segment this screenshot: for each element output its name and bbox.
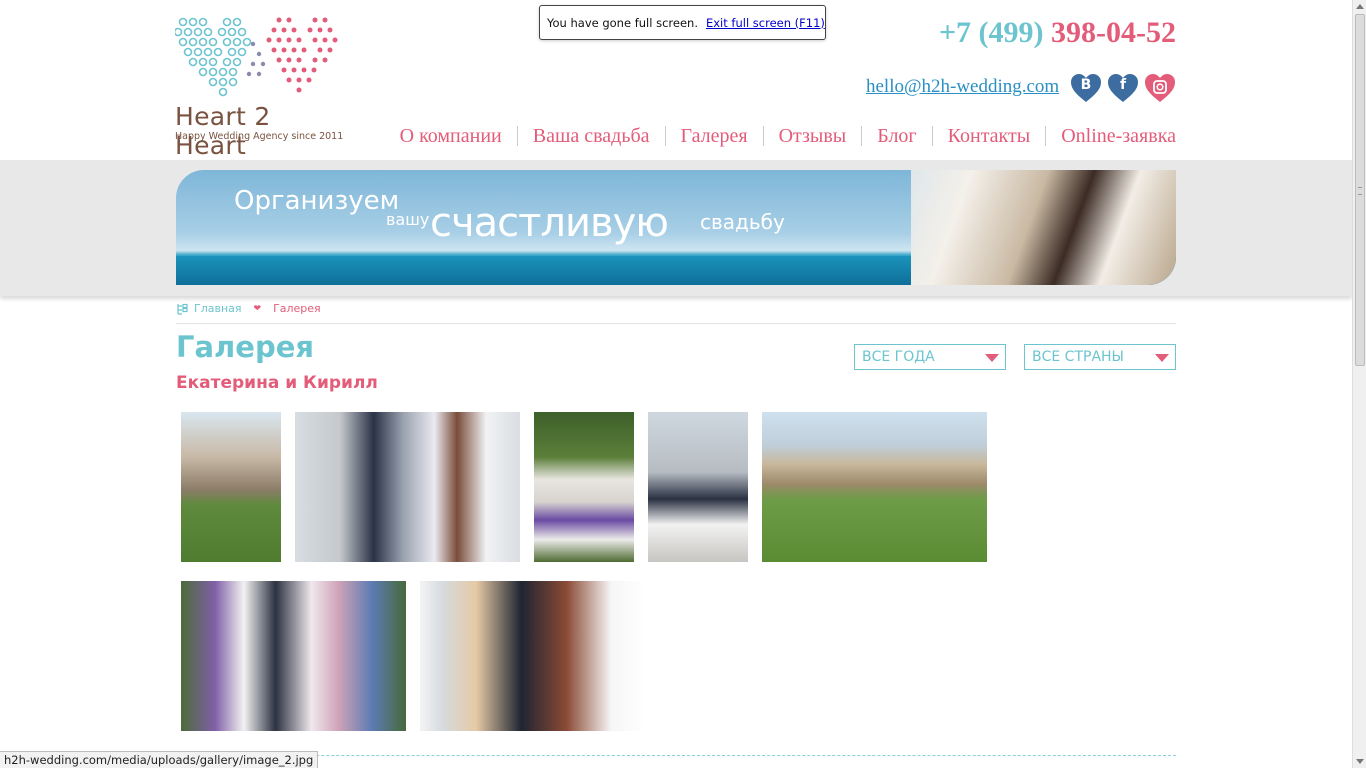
- years-filter[interactable]: ВСЕ ГОДА: [854, 344, 1006, 370]
- heart-logo-icon: [173, 17, 338, 97]
- phone-code: +7 (499): [938, 16, 1044, 49]
- countries-filter-value: ВСЕ СТРАНЫ: [1032, 349, 1124, 365]
- divider: [176, 323, 1176, 324]
- instagram-icon: [1145, 74, 1175, 102]
- heart-separator-icon: ❤: [253, 303, 262, 314]
- phone-number: +7 (499) 398-04-52: [939, 16, 1176, 50]
- nav-item-blog[interactable]: Блог: [861, 126, 931, 146]
- nav-item-contacts[interactable]: Контакты: [931, 126, 1046, 146]
- countries-filter[interactable]: ВСЕ СТРАНЫ: [1024, 344, 1176, 370]
- chevron-down-icon: [985, 354, 999, 362]
- scrollbar[interactable]: [1352, 0, 1366, 768]
- scroll-up-arrow-icon[interactable]: [1356, 4, 1364, 9]
- years-filter-value: ВСЕ ГОДА: [862, 349, 935, 365]
- status-bar-url: h2h-wedding.com/media/uploads/gallery/im…: [0, 751, 319, 768]
- exit-fullscreen-link[interactable]: Exit full screen (F11): [706, 16, 825, 30]
- nav-item-about[interactable]: О компании: [385, 126, 517, 146]
- page-title: Галерея: [176, 330, 315, 364]
- gallery-thumb[interactable]: [295, 412, 520, 562]
- banner-text-3: счастливую: [430, 200, 669, 246]
- banner-couple-photo: [911, 170, 1176, 285]
- dashed-divider: [176, 755, 1176, 756]
- gallery-thumb[interactable]: [181, 581, 406, 731]
- breadcrumb-home[interactable]: Главная: [194, 302, 242, 315]
- phone-digits: 398-04-52: [1051, 16, 1176, 49]
- main-nav: О компании Ваша свадьба Галерея Отзывы Б…: [385, 126, 1176, 146]
- page-subtitle: Екатерина и Кирилл: [176, 373, 378, 393]
- scroll-down-arrow-icon[interactable]: [1356, 759, 1364, 764]
- fullscreen-notice: You have gone full screen. Exit full scr…: [539, 5, 826, 40]
- breadcrumb-current: Галерея: [273, 302, 321, 315]
- logo[interactable]: Heart 2 Heart Happy Wedding Agency since…: [173, 14, 345, 160]
- vk-label: В: [1080, 77, 1092, 93]
- nav-item-your-wedding[interactable]: Ваша свадьба: [516, 126, 665, 146]
- logo-tagline: Happy Wedding Agency since 2011: [175, 131, 344, 142]
- instagram-link[interactable]: [1144, 73, 1176, 103]
- grip-icon: [1358, 187, 1362, 195]
- nav-item-online-request[interactable]: Online-заявка: [1045, 126, 1176, 146]
- gallery-thumb[interactable]: [181, 412, 281, 562]
- gallery-thumb[interactable]: [648, 412, 748, 562]
- sitemap-icon: [177, 303, 188, 315]
- banner-text-2: вашу: [386, 210, 430, 229]
- email-link[interactable]: hello@h2h-wedding.com: [866, 76, 1059, 98]
- scroll-thumb[interactable]: [1355, 14, 1365, 366]
- facebook-link[interactable]: f: [1107, 73, 1139, 103]
- vk-link[interactable]: В: [1070, 73, 1102, 103]
- nav-item-reviews[interactable]: Отзывы: [762, 126, 862, 146]
- breadcrumb: Главная ❤ Галерея: [176, 302, 321, 315]
- chevron-down-icon: [1155, 354, 1169, 362]
- banner-text-1: Организуем: [234, 186, 400, 216]
- banner: Организуем вашу счастливую свадьбу: [176, 170, 1176, 285]
- gallery-thumb[interactable]: [762, 412, 987, 562]
- gallery-thumb[interactable]: [420, 581, 645, 731]
- fullscreen-notice-text: You have gone full screen.: [547, 15, 698, 30]
- facebook-label: f: [1119, 77, 1127, 93]
- nav-item-gallery[interactable]: Галерея: [664, 126, 763, 146]
- gallery-thumb[interactable]: [534, 412, 634, 562]
- banner-text-4: свадьбу: [700, 210, 785, 234]
